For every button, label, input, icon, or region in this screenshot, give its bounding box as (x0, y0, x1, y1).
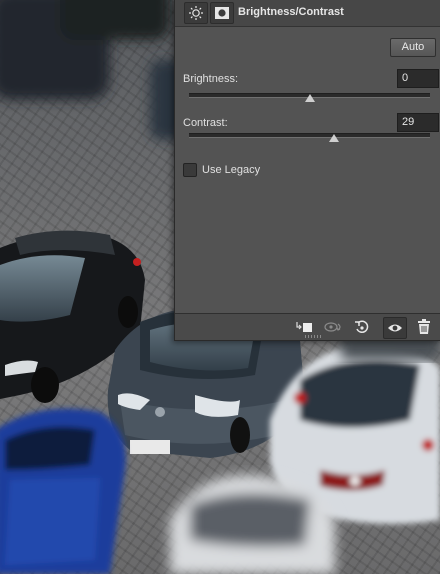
visibility-eye-icon[interactable] (383, 317, 407, 339)
panel-resize-grip[interactable] (305, 335, 323, 338)
panel-title: Brightness/Contrast (238, 6, 344, 18)
brightness-contrast-icon[interactable] (184, 2, 208, 24)
auto-button[interactable]: Auto (390, 38, 436, 57)
use-legacy-label: Use Legacy (202, 164, 261, 176)
panel-body: Auto Brightness: 0 Contrast: 29 Use Lega… (175, 27, 440, 313)
contrast-value-field[interactable]: 29 (397, 113, 439, 132)
contrast-slider-thumb[interactable] (328, 134, 339, 142)
contrast-slider-track[interactable] (189, 133, 430, 138)
use-legacy-checkbox[interactable] (183, 163, 197, 177)
delete-trash-icon[interactable] (413, 317, 435, 337)
contrast-label: Contrast: (183, 117, 228, 129)
mask-icon[interactable] (210, 2, 234, 24)
properties-panel: Brightness/Contrast Auto Brightness: 0 C… (174, 0, 440, 341)
view-previous-state-icon[interactable] (323, 317, 345, 337)
brightness-label: Brightness: (183, 73, 239, 85)
panel-header: Brightness/Contrast (175, 0, 440, 27)
brightness-slider-thumb[interactable] (304, 94, 315, 102)
reset-icon[interactable] (351, 317, 373, 337)
brightness-value-field[interactable]: 0 (397, 69, 439, 88)
clip-to-layer-icon[interactable] (293, 317, 315, 337)
